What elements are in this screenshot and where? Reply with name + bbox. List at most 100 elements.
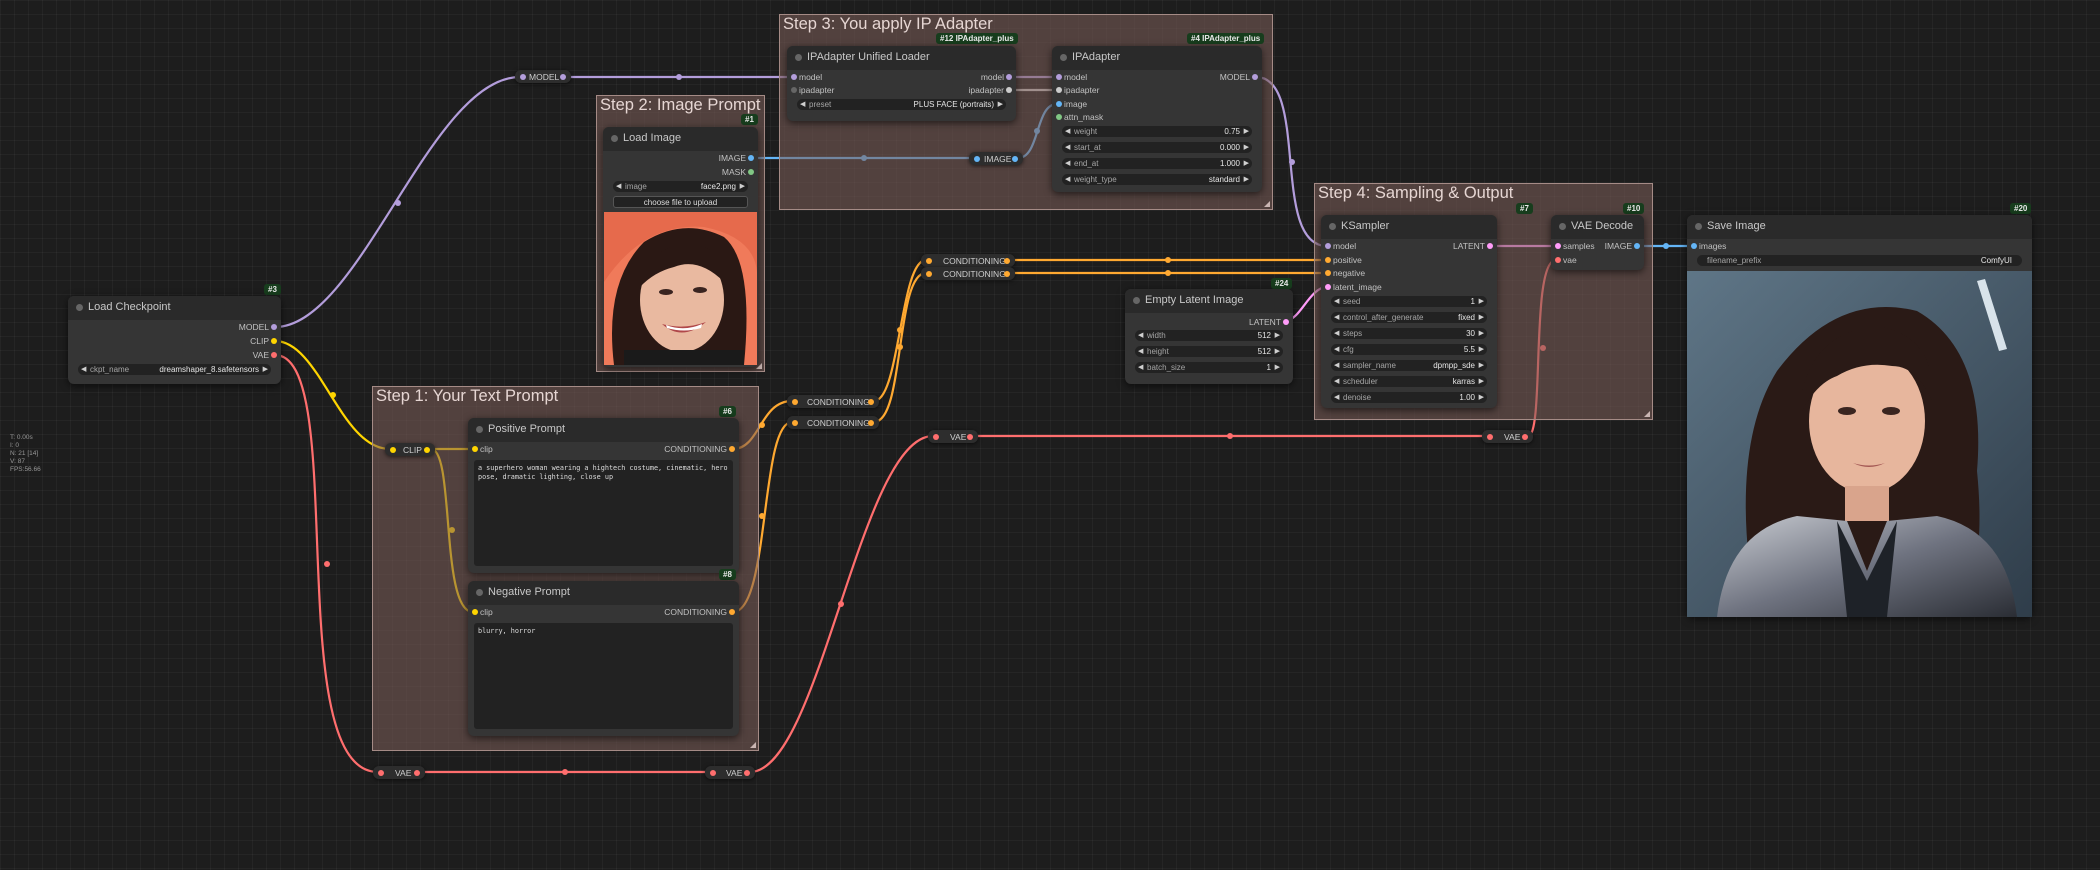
collapse-dot-icon[interactable] <box>795 54 802 61</box>
node-empty-latent-image[interactable]: Empty Latent Image LATENT ◀ width 512 ▶ … <box>1125 289 1293 384</box>
node-ipadapter-unified-loader[interactable]: IPAdapter Unified Loader model model ipa… <box>787 46 1016 121</box>
output-socket-conditioning[interactable] <box>729 609 735 615</box>
reroute-output-socket[interactable] <box>560 73 566 80</box>
prompt-textarea[interactable]: blurry, horror <box>474 623 733 729</box>
node-header[interactable]: Load Image <box>603 127 758 151</box>
node-header[interactable]: IPAdapter <box>1052 46 1262 70</box>
arrow-left-icon[interactable]: ◀ <box>1334 361 1339 369</box>
widget-denoise[interactable]: ◀ denoise 1.00 ▶ <box>1331 392 1487 403</box>
output-socket-model[interactable] <box>271 324 277 330</box>
node-header[interactable]: Load Checkpoint <box>68 296 281 320</box>
reroute-output-socket[interactable] <box>967 433 973 440</box>
node-load-image[interactable]: Load Image IMAGE MASK ◀ image face2.png … <box>603 127 758 367</box>
node-vae-decode[interactable]: VAE Decode samples IMAGE vae <box>1551 215 1644 270</box>
reroute-input-socket[interactable] <box>378 769 384 776</box>
reroute-vae[interactable]: VAE <box>1482 430 1533 443</box>
reroute-vae[interactable]: VAE <box>705 766 755 779</box>
arrow-left-icon[interactable]: ◀ <box>1334 297 1339 305</box>
input-socket-ipadapter[interactable] <box>791 87 797 93</box>
reroute-conditioning[interactable]: CONDITIONING <box>921 254 1015 267</box>
input-socket-latent-image[interactable] <box>1325 284 1331 290</box>
collapse-dot-icon[interactable] <box>1695 223 1702 230</box>
node-ipadapter[interactable]: IPAdapter model MODEL ipadapter image at… <box>1052 46 1262 192</box>
arrow-left-icon[interactable]: ◀ <box>1065 127 1070 135</box>
node-header[interactable]: VAE Decode <box>1551 215 1644 239</box>
collapse-dot-icon[interactable] <box>476 426 483 433</box>
collapse-dot-icon[interactable] <box>611 135 618 142</box>
arrow-right-icon[interactable]: ▶ <box>1275 347 1280 355</box>
reroute-input-socket[interactable] <box>926 270 932 277</box>
node-header[interactable]: Save Image <box>1687 215 2032 239</box>
widget-batch-size[interactable]: ◀ batch_size 1 ▶ <box>1135 362 1283 373</box>
prompt-textarea[interactable]: a superhero woman wearing a hightech cos… <box>474 460 733 566</box>
reroute-input-socket[interactable] <box>792 419 798 426</box>
reroute-input-socket[interactable] <box>520 73 526 80</box>
widget-preset[interactable]: ◀ preset PLUS FACE (portraits) ▶ <box>797 99 1006 110</box>
widget-start-at[interactable]: ◀ start_at 0.000 ▶ <box>1062 142 1252 153</box>
input-socket-image[interactable] <box>1056 101 1062 107</box>
group-resize-handle[interactable] <box>750 742 756 748</box>
collapse-dot-icon[interactable] <box>1559 223 1566 230</box>
arrow-left-icon[interactable]: ◀ <box>1334 345 1339 353</box>
arrow-right-icon[interactable]: ▶ <box>1244 159 1249 167</box>
arrow-right-icon[interactable]: ▶ <box>1244 143 1249 151</box>
arrow-left-icon[interactable]: ◀ <box>1334 377 1339 385</box>
node-negative-prompt[interactable]: Negative Prompt clip CONDITIONING blurry… <box>468 581 739 736</box>
input-socket-negative[interactable] <box>1325 270 1331 276</box>
arrow-right-icon[interactable]: ▶ <box>1479 377 1484 385</box>
widget-image[interactable]: ◀ image face2.png ▶ <box>613 181 748 192</box>
upload-button[interactable]: choose file to upload <box>613 196 748 208</box>
reroute-output-socket[interactable] <box>868 398 874 405</box>
output-socket-model[interactable] <box>1006 74 1012 80</box>
reroute-output-socket[interactable] <box>1004 257 1010 264</box>
output-socket-model[interactable] <box>1252 74 1258 80</box>
arrow-right-icon[interactable]: ▶ <box>1244 127 1249 135</box>
node-save-image[interactable]: Save Image images filename_prefix ComfyU… <box>1687 215 2032 617</box>
reroute-conditioning[interactable]: CONDITIONING <box>787 395 879 408</box>
widget-height[interactable]: ◀ height 512 ▶ <box>1135 346 1283 357</box>
collapse-dot-icon[interactable] <box>1133 297 1140 304</box>
reroute-input-socket[interactable] <box>390 446 396 453</box>
node-header[interactable]: Positive Prompt <box>468 418 739 442</box>
input-socket-positive[interactable] <box>1325 257 1331 263</box>
collapse-dot-icon[interactable] <box>1060 54 1067 61</box>
widget-sampler-name[interactable]: ◀ sampler_name dpmpp_sde ▶ <box>1331 360 1487 371</box>
input-socket-model[interactable] <box>1325 243 1331 249</box>
reroute-input-socket[interactable] <box>974 155 980 162</box>
input-socket-model[interactable] <box>1056 74 1062 80</box>
widget-seed[interactable]: ◀ seed 1 ▶ <box>1331 296 1487 307</box>
arrow-left-icon[interactable]: ◀ <box>800 100 805 108</box>
reroute-input-socket[interactable] <box>933 433 939 440</box>
node-header[interactable]: Negative Prompt <box>468 581 739 605</box>
collapse-dot-icon[interactable] <box>76 304 83 311</box>
reroute-output-socket[interactable] <box>1012 155 1018 162</box>
node-positive-prompt[interactable]: Positive Prompt clip CONDITIONING a supe… <box>468 418 739 573</box>
reroute-model[interactable]: MODEL <box>515 70 571 83</box>
reroute-conditioning[interactable]: CONDITIONING <box>787 416 879 429</box>
input-socket-attn-mask[interactable] <box>1056 114 1062 120</box>
node-header[interactable]: Empty Latent Image <box>1125 289 1293 313</box>
arrow-right-icon[interactable]: ▶ <box>263 365 268 373</box>
widget-ckpt-name[interactable]: ◀ ckpt_name dreamshaper_8.safetensors ▶ <box>78 364 271 375</box>
arrow-right-icon[interactable]: ▶ <box>1479 297 1484 305</box>
arrow-left-icon[interactable]: ◀ <box>1334 313 1339 321</box>
output-socket-mask[interactable] <box>748 169 754 175</box>
arrow-right-icon[interactable]: ▶ <box>1275 331 1280 339</box>
widget-weight[interactable]: ◀ weight 0.75 ▶ <box>1062 126 1252 137</box>
arrow-right-icon[interactable]: ▶ <box>1479 329 1484 337</box>
input-socket-samples[interactable] <box>1555 243 1561 249</box>
output-socket-image[interactable] <box>1634 243 1640 249</box>
input-socket-model[interactable] <box>791 74 797 80</box>
collapse-dot-icon[interactable] <box>476 589 483 596</box>
node-load-checkpoint[interactable]: Load Checkpoint MODEL CLIP VAE ◀ ckpt_na… <box>68 296 281 384</box>
arrow-right-icon[interactable]: ▶ <box>1479 393 1484 401</box>
output-socket-ipadapter[interactable] <box>1006 87 1012 93</box>
arrow-right-icon[interactable]: ▶ <box>1275 363 1280 371</box>
arrow-right-icon[interactable]: ▶ <box>1479 361 1484 369</box>
reroute-input-socket[interactable] <box>926 257 932 264</box>
reroute-image[interactable]: IMAGE <box>969 152 1023 165</box>
output-socket-conditioning[interactable] <box>729 446 735 452</box>
arrow-left-icon[interactable]: ◀ <box>1138 331 1143 339</box>
arrow-left-icon[interactable]: ◀ <box>1138 347 1143 355</box>
reroute-input-socket[interactable] <box>710 769 716 776</box>
